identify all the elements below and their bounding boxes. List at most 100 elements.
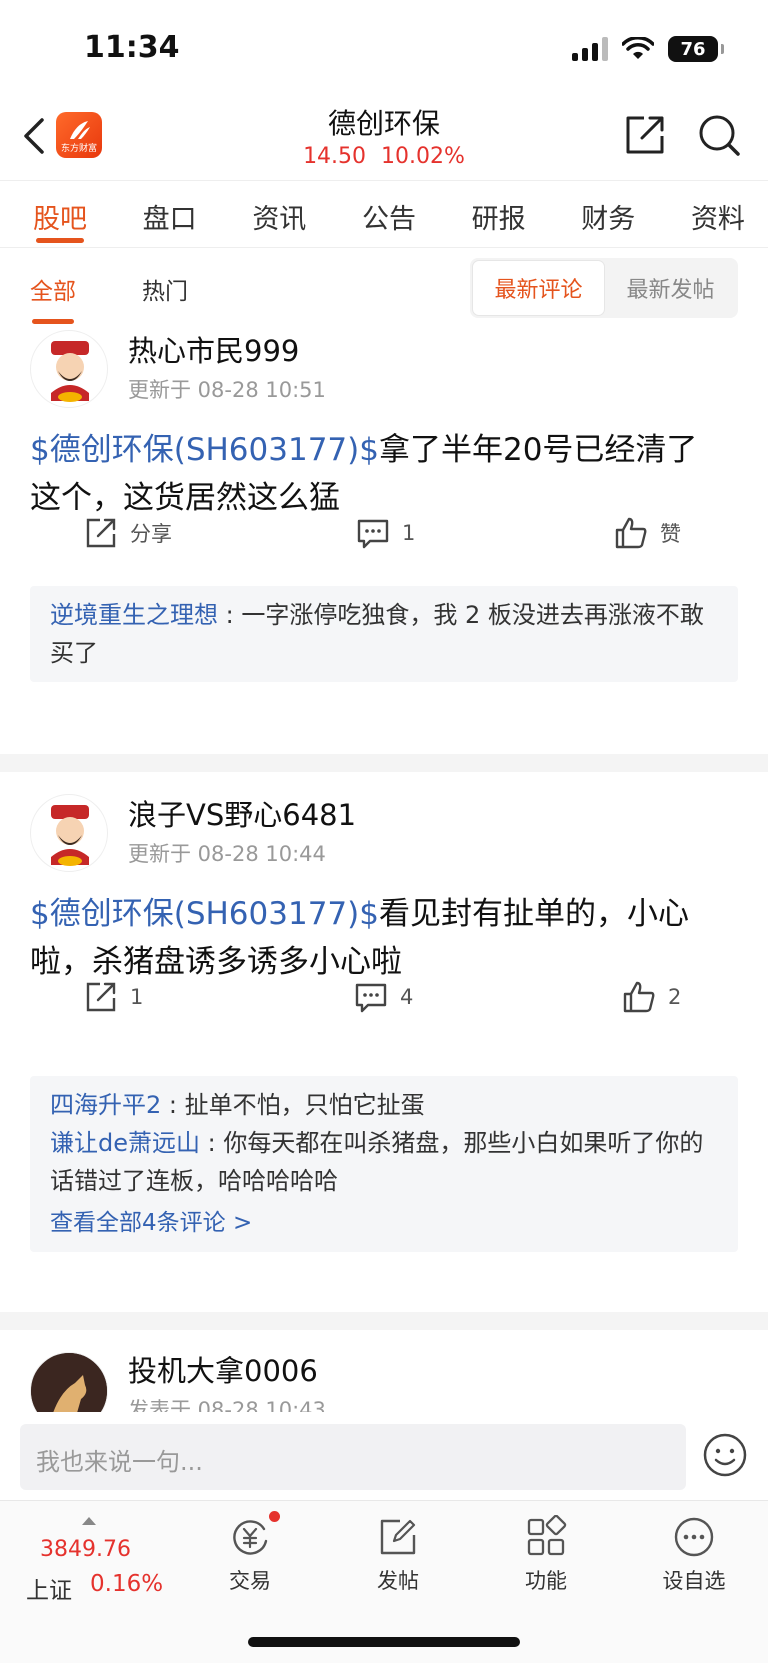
main-tabs: 股吧 盘口 资讯 公告 研报 财务 资料 [0, 180, 768, 248]
search-icon[interactable] [696, 112, 742, 158]
tab-profile[interactable]: 资料 [688, 181, 748, 247]
comment-count: 1 [402, 521, 416, 545]
caishen-avatar-icon [51, 341, 89, 402]
comment-icon [355, 983, 387, 1013]
post-card[interactable]: 浪子VS野心6481 更新于 08-28 10:44 $德创环保(SH60317… [0, 794, 768, 1274]
index-name: 上证 [26, 1578, 72, 1604]
comment-input[interactable]: 我也来说一句... [20, 1424, 686, 1490]
tab-post[interactable]: 发帖 [348, 1515, 448, 1595]
home-indicator[interactable] [248, 1637, 520, 1647]
emoji-icon[interactable] [702, 1432, 748, 1478]
post-card[interactable]: 投机大拿0006 发表于 08-28 10:43 [0, 1350, 768, 1412]
thumbs-up-icon [623, 981, 655, 1013]
thumbs-up-icon [615, 517, 647, 549]
status-bar: 11:34 76 [0, 0, 768, 100]
avatar[interactable] [30, 1352, 108, 1412]
tab-label: 功能 [525, 1569, 567, 1593]
sort-latest-comment[interactable]: 最新评论 [472, 260, 605, 316]
commenter-name[interactable]: 谦让de萧远山 [50, 1129, 200, 1157]
like-label: 赞 [660, 522, 681, 546]
share-label: 分享 [130, 522, 172, 546]
status-time: 11:34 [84, 30, 180, 65]
stock-tag-link[interactable]: $德创环保(SH603177)$ [30, 432, 379, 468]
share-count: 1 [130, 985, 144, 1009]
tab-label: 交易 [229, 1569, 271, 1593]
stock-tag-link[interactable]: $德创环保(SH603177)$ [30, 896, 379, 932]
share-icon [86, 518, 116, 548]
comments-preview[interactable]: 四海升平2 : 扯单不怕，只怕它扯蛋 谦让de萧远山 : 你每天都在叫杀猪盘，那… [30, 1076, 738, 1252]
comment-item: 逆境重生之理想 : 一字涨停吃独食，我 2 板没进去再涨液不敢买了 [50, 596, 718, 672]
separator [0, 754, 768, 772]
like-action[interactable]: 赞 [614, 516, 681, 550]
subtab-all[interactable]: 全部 [30, 272, 76, 324]
author-name[interactable]: 热心市民999 [128, 328, 299, 370]
comment-action[interactable]: 4 [354, 980, 413, 1014]
tab-trade[interactable]: 交易 [200, 1511, 300, 1595]
view-all-comments-link[interactable]: 查看全部4条评论 > [50, 1204, 718, 1242]
stock-price: 14.50 [303, 144, 367, 169]
share-icon[interactable] [622, 112, 668, 158]
horse-avatar-icon [31, 1353, 107, 1412]
bottom-tab-bar: 3849.76 上证 0.16% 交易 发帖 功能 设自选 [0, 1500, 768, 1663]
avatar[interactable] [30, 794, 108, 872]
trade-icon [228, 1511, 280, 1559]
index-value: 3849.76 [40, 1537, 131, 1562]
like-count: 2 [668, 985, 682, 1009]
sort-latest-post[interactable]: 最新发帖 [605, 260, 736, 316]
tab-label: 发帖 [377, 1569, 419, 1593]
subtab-hot[interactable]: 热门 [142, 272, 188, 306]
tab-watchlist[interactable]: 设自选 [644, 1515, 744, 1595]
edit-icon [376, 1515, 420, 1559]
separator [0, 1312, 768, 1330]
tab-news[interactable]: 资讯 [249, 181, 309, 247]
sub-tabs: 全部 热门 最新评论 最新发帖 [0, 258, 768, 324]
author-name[interactable]: 浪子VS野心6481 [128, 792, 356, 834]
comment-text: 扯单不怕，只怕它扯蛋 [184, 1091, 425, 1119]
share-icon [86, 982, 116, 1012]
share-action[interactable]: 分享 [84, 516, 172, 550]
sort-toggle: 最新评论 最新发帖 [470, 258, 738, 318]
comments-preview[interactable]: 逆境重生之理想 : 一字涨停吃独食，我 2 板没进去再涨液不敢买了 [30, 586, 738, 682]
like-action[interactable]: 2 [622, 980, 681, 1014]
comment-input-bar: 我也来说一句... [0, 1412, 768, 1502]
post-time: 发表于 08-28 10:43 [128, 1398, 326, 1412]
grid-icon [524, 1514, 568, 1559]
commenter-name[interactable]: 四海升平2 [50, 1091, 161, 1119]
tab-research[interactable]: 研报 [469, 181, 529, 247]
post-time: 更新于 08-28 10:44 [128, 842, 326, 866]
post-body[interactable]: $德创环保(SH603177)$拿了半年20号已经清了这个，这货居然这么猛 [30, 426, 728, 522]
comment-colon: : [218, 601, 242, 629]
caishen-avatar-icon [51, 805, 89, 866]
more-icon [672, 1515, 716, 1559]
battery-icon: 76 [668, 36, 724, 62]
comment-colon: : [200, 1129, 224, 1157]
tab-functions[interactable]: 功能 [496, 1514, 596, 1595]
index-ticker[interactable]: 3849.76 上证 0.16% [26, 1515, 176, 1605]
notification-dot [269, 1511, 280, 1522]
nav-bar: 东方财富 德创环保 14.50 10.02% [0, 100, 768, 180]
post-card[interactable]: 热心市民999 更新于 08-28 10:51 $德创环保(SH603177)$… [0, 330, 768, 730]
share-action[interactable]: 1 [84, 980, 143, 1014]
tab-finance[interactable]: 财务 [578, 181, 638, 247]
comment-count: 4 [400, 985, 414, 1009]
tab-label: 设自选 [662, 1569, 726, 1593]
comment-action[interactable]: 1 [356, 516, 415, 550]
comment-item: 谦让de萧远山 : 你每天都在叫杀猪盘，那些小白如果听了你的话错过了连板，哈哈哈… [50, 1124, 718, 1200]
comment-colon: : [161, 1091, 185, 1119]
status-icons: 76 [572, 36, 724, 62]
comment-item: 四海升平2 : 扯单不怕，只怕它扯蛋 [50, 1086, 718, 1124]
avatar[interactable] [30, 330, 108, 408]
wifi-icon [622, 37, 654, 59]
comment-icon [357, 519, 389, 549]
index-change: 0.16% [90, 1571, 164, 1597]
tab-pankou[interactable]: 盘口 [140, 181, 200, 247]
tab-announcements[interactable]: 公告 [359, 181, 419, 247]
cellular-signal-icon [572, 37, 608, 61]
tab-guba[interactable]: 股吧 [30, 181, 90, 247]
post-actions: 1 4 2 [0, 980, 768, 1030]
commenter-name[interactable]: 逆境重生之理想 [50, 601, 218, 629]
author-name[interactable]: 投机大拿0006 [128, 1350, 318, 1390]
post-time: 更新于 08-28 10:51 [128, 378, 326, 402]
post-body[interactable]: $德创环保(SH603177)$看见封有扯单的，小心啦，杀猪盘诱多诱多小心啦 [30, 890, 728, 986]
caret-up-icon [82, 1517, 96, 1525]
